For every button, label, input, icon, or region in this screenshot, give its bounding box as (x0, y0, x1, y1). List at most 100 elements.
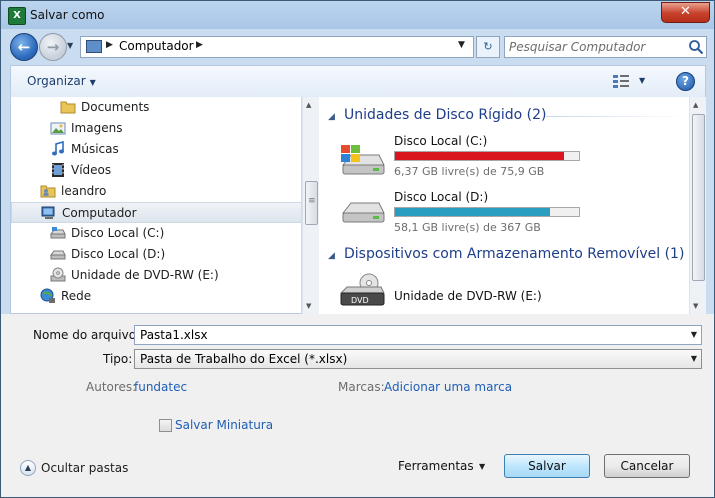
file-type-value: Pasta de Trabalho do Excel (*.xlsx) (140, 352, 348, 366)
save-thumbnail-checkbox[interactable] (159, 419, 172, 432)
filename-label: Nome do arquivo: (33, 328, 141, 342)
nav-item-rede[interactable]: Rede (40, 286, 290, 306)
nav-item-musicas[interactable]: Músicas (50, 139, 290, 159)
scroll-grip-icon: ≡ (308, 196, 316, 206)
pictures-icon (50, 122, 66, 135)
nav-item-label: Disco Local (D:) (71, 247, 166, 261)
add-tag-link[interactable]: Adicionar uma marca (384, 380, 512, 394)
nav-item-label: Rede (61, 289, 92, 303)
type-label: Tipo: (103, 352, 133, 366)
chevron-down-icon: ▼ (89, 78, 96, 87)
dvd-icon (50, 267, 66, 282)
nav-item-label: Vídeos (71, 163, 112, 177)
dialog-title: Salvar como (30, 8, 105, 22)
save-button[interactable]: Salvar (504, 454, 590, 478)
hide-folders-button[interactable]: Ocultar pastas (41, 461, 128, 475)
nav-item-dvd[interactable]: Unidade de DVD-RW (E:) (50, 265, 290, 285)
drive-name: Unidade de DVD-RW (E:) (394, 289, 542, 303)
collapse-up-icon[interactable]: ▲ (20, 460, 36, 476)
close-button[interactable]: ✕ (661, 2, 710, 23)
search-input[interactable] (509, 39, 679, 54)
group-header-removable[interactable]: Dispositivos com Armazenamento Removível… (344, 246, 684, 262)
search-box[interactable] (504, 36, 707, 58)
breadcrumb-separator-icon[interactable]: ▶ (196, 40, 203, 50)
group-collapse-icon[interactable]: ◢ (328, 112, 335, 122)
scroll-down-arrow[interactable]: ▼ (693, 302, 698, 310)
nav-item-computador[interactable]: Computador (11, 202, 301, 223)
scroll-up-arrow[interactable]: ▲ (306, 101, 311, 109)
dvd-badge: DVD (351, 296, 369, 305)
scroll-thumb[interactable] (692, 114, 705, 281)
breadcrumb-separator-icon[interactable]: ▶ (106, 40, 113, 50)
network-icon (40, 288, 55, 303)
search-icon[interactable] (688, 39, 704, 55)
drive-name: Disco Local (C:) (394, 134, 488, 148)
drive-free-space: 6,37 GB livre(s) de 75,9 GB (394, 165, 545, 178)
user-folder-icon (40, 185, 56, 198)
view-dropdown-icon[interactable]: ▼ (639, 76, 645, 85)
file-type-select[interactable]: Pasta de Trabalho do Excel (*.xlsx) ▼ (134, 349, 702, 369)
computer-icon (86, 40, 102, 53)
drive-free-space: 58,1 GB livre(s) de 367 GB (394, 221, 541, 234)
nav-item-label: Computador (62, 206, 137, 220)
content-pane: ◢ Unidades de Disco Rígido (2) Disco Loc… (319, 97, 689, 314)
nav-item-disco-d[interactable]: Disco Local (D:) (50, 244, 290, 264)
filename-value[interactable]: Pasta1.xlsx (140, 328, 208, 342)
drive-usage-bar (394, 151, 580, 161)
chevron-down-icon[interactable]: ▼ (691, 354, 697, 363)
group-header-hard-drives[interactable]: Unidades de Disco Rígido (2) (344, 107, 546, 123)
drive-icon (50, 227, 66, 239)
cancel-button[interactable]: Cancelar (604, 454, 690, 478)
authors-label: Autores: (86, 380, 137, 394)
forward-button[interactable]: → (39, 33, 67, 61)
drive-usage-fill (395, 152, 564, 160)
chevron-down-icon[interactable]: ▼ (691, 330, 697, 339)
change-view-icon[interactable] (613, 74, 629, 88)
breadcrumb-computer[interactable]: Computador (119, 39, 194, 53)
dvd-drive-icon: DVD (339, 273, 385, 306)
save-as-dialog: X Salvar como ✕ ← → ▼ ▶ Computador ▶ ▼ ↻… (0, 0, 715, 498)
drive-icon (341, 202, 385, 223)
back-button[interactable]: ← (10, 33, 38, 61)
nav-item-label: Disco Local (C:) (71, 226, 165, 240)
nav-item-videos[interactable]: Vídeos (50, 160, 290, 180)
organize-label: Organizar (27, 74, 86, 88)
drive-usage-bar (394, 207, 580, 217)
music-icon (52, 141, 64, 156)
folder-icon (60, 101, 76, 114)
group-divider (546, 116, 686, 117)
address-dropdown-icon[interactable]: ▼ (458, 40, 465, 50)
save-thumbnail-label[interactable]: Salvar Miniatura (175, 418, 273, 432)
content-pane-scrollbar[interactable]: ▲ ▼ (689, 97, 706, 314)
computer-icon (41, 206, 55, 219)
title-bar: X Salvar como ✕ (1, 1, 714, 29)
tools-button[interactable]: Ferramentas (398, 459, 474, 473)
tags-label: Marcas: (338, 380, 385, 394)
scroll-up-arrow[interactable]: ▲ (693, 101, 698, 109)
nav-item-label: Músicas (71, 142, 119, 156)
video-icon (52, 163, 64, 177)
scroll-thumb[interactable]: ≡ (305, 181, 318, 225)
navigation-pane-scrollbar[interactable]: ▲ ≡ ▼ (302, 97, 319, 314)
organize-button[interactable]: Organizar ▼ (27, 74, 96, 88)
nav-item-documents[interactable]: Documents (60, 97, 290, 117)
nav-item-label: Imagens (71, 121, 123, 135)
nav-item-leandro[interactable]: leandro (40, 181, 290, 201)
excel-app-icon: X (8, 7, 26, 25)
chevron-down-icon[interactable]: ▼ (479, 462, 485, 471)
navigation-bar: ← → ▼ ▶ Computador ▶ ▼ ↻ (1, 29, 714, 65)
system-drive-icon (341, 145, 385, 175)
scroll-down-arrow[interactable]: ▼ (306, 302, 311, 310)
nav-item-label: Documents (81, 100, 150, 114)
nav-item-disco-c[interactable]: Disco Local (C:) (50, 223, 290, 243)
refresh-button[interactable]: ↻ (476, 36, 500, 58)
drive-name: Disco Local (D:) (394, 190, 489, 204)
filename-field[interactable]: Pasta1.xlsx ▼ (134, 325, 702, 345)
address-bar[interactable]: ▶ Computador ▶ ▼ (80, 36, 474, 58)
group-collapse-icon[interactable]: ◢ (328, 251, 335, 261)
help-icon[interactable]: ? (676, 72, 695, 91)
authors-value[interactable]: fundatec (134, 380, 187, 394)
nav-item-imagens[interactable]: Imagens (50, 118, 290, 138)
recent-pages-dropdown[interactable]: ▼ (67, 41, 73, 50)
nav-item-label: Unidade de DVD-RW (E:) (71, 268, 219, 282)
